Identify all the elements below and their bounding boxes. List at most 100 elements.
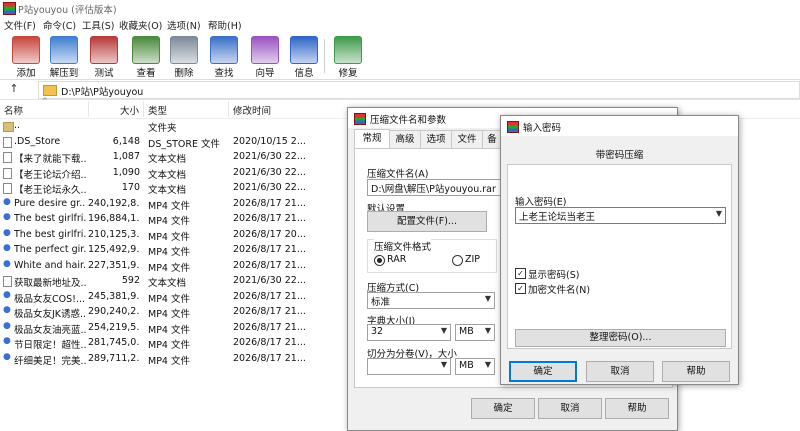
- password-ok-button[interactable]: 确定: [509, 361, 577, 382]
- table-row[interactable]: ● 极品女友COS!... 245,381,9... MP4 文件 2026/8/17 …: [0, 290, 345, 305]
- menu-tools[interactable]: 工具(S): [82, 18, 114, 32]
- password-input[interactable]: 上老王论坛当老王 ▼: [515, 207, 726, 224]
- split-size-input[interactable]: ▼: [367, 358, 451, 375]
- rar-radio[interactable]: [374, 255, 385, 266]
- compression-method-select[interactable]: 标准 ▼: [367, 292, 495, 309]
- file-size: 281,745,0...: [88, 337, 140, 348]
- file-name: .DS_Store: [14, 135, 61, 147]
- address-field[interactable]: D:\P站\P站youyou: [38, 81, 800, 99]
- view-book-icon: [132, 36, 160, 64]
- column-divider[interactable]: [143, 101, 144, 117]
- split-unit-select[interactable]: MB ▼: [455, 358, 495, 375]
- file-name: 极品女友COS!...: [14, 293, 86, 305]
- toolbar-button-5[interactable]: 查找: [206, 35, 242, 79]
- menu-file[interactable]: 文件(F): [4, 18, 36, 32]
- tab-backup[interactable]: 备: [482, 130, 502, 148]
- file-type: 文件夹: [148, 123, 177, 134]
- toolbar-button-6[interactable]: 向导: [247, 35, 283, 79]
- toolbar-button-0[interactable]: 添加: [8, 35, 44, 79]
- archive-cancel-button[interactable]: 取消: [538, 398, 602, 419]
- column-size[interactable]: 大小: [120, 103, 139, 117]
- file-size: 289,711,2...: [88, 352, 140, 364]
- toolbar-button-label: 解压到: [49, 68, 79, 79]
- file-size: 240,192,8...: [88, 197, 140, 209]
- file-modified: 2026/8/17 21...: [233, 337, 306, 348]
- file-modified: 2021/6/30 22...: [233, 182, 306, 193]
- repair-kit-icon: [334, 36, 362, 64]
- column-name[interactable]: 名称: [4, 103, 23, 117]
- file-modified: 2026/8/17 21...: [233, 213, 306, 224]
- table-row[interactable]: 【来了就能下载... 1,087 文本文档 2021/6/30 22...: [0, 150, 345, 165]
- table-row[interactable]: 【老王论坛永久... 170 文本文档 2021/6/30 22...: [0, 181, 345, 196]
- video-file-icon: ●: [3, 227, 11, 238]
- table-row[interactable]: ● 节日限定！超性... 281,745,0... MP4 文件 2026/8/17 2…: [0, 336, 345, 351]
- show-password-checkbox[interactable]: ✓: [515, 268, 526, 279]
- table-row[interactable]: 获取最新地址及... 592 文本文档 2021/6/30 22...: [0, 274, 345, 289]
- test-checklist-icon: [90, 36, 118, 64]
- table-row[interactable]: .. 文件夹: [0, 119, 345, 134]
- table-row[interactable]: ● Pure desire gr... 240,192,8... MP4 文件 2026…: [0, 197, 345, 212]
- file-name: Pure desire gr...: [14, 197, 86, 209]
- toolbar-button-3[interactable]: 查看: [128, 35, 164, 79]
- encrypt-filenames-checkbox[interactable]: ✓: [515, 283, 526, 294]
- password-panel: 输入密码(E) 上老王论坛当老王 ▼ ✓ 显示密码(S) ✓ 加密文件名(N) …: [507, 164, 732, 349]
- dictionary-unit-select[interactable]: MB ▼: [455, 324, 495, 341]
- column-modified[interactable]: 修改时间: [233, 103, 271, 117]
- file-size: 1,087: [112, 151, 140, 162]
- toolbar-button-8[interactable]: 修复: [330, 35, 366, 79]
- tab-advanced[interactable]: 高级: [389, 130, 421, 148]
- table-row[interactable]: ● White and hair... 227,351,9... MP4 文件 2026…: [0, 259, 345, 274]
- toolbar-button-7[interactable]: 信息: [286, 35, 322, 79]
- video-file-icon: ●: [3, 196, 11, 207]
- password-help-button[interactable]: 帮助: [662, 361, 730, 382]
- menu-options[interactable]: 选项(N): [167, 18, 201, 32]
- column-divider[interactable]: [228, 101, 229, 117]
- menu-favorites[interactable]: 收藏夹(O): [119, 18, 162, 32]
- zip-radio[interactable]: [452, 255, 463, 266]
- archive-ok-button[interactable]: 确定: [471, 398, 535, 419]
- table-row[interactable]: ● 极品女友JK诱惑... 290,240,2... MP4 文件 2026/8/17 …: [0, 305, 345, 320]
- toolbar-button-2[interactable]: 测试: [86, 35, 122, 79]
- table-row[interactable]: .DS_Store 6,148 DS_STORE 文件 2020/10/15 2...: [0, 135, 345, 150]
- tab-options[interactable]: 选项: [420, 130, 452, 148]
- dialog-title-bar[interactable]: 输入密码: [501, 116, 738, 136]
- file-size: 245,381,9...: [88, 290, 140, 302]
- toolbar-button-4[interactable]: 删除: [166, 35, 202, 79]
- profiles-button[interactable]: 配置文件(F)...: [367, 211, 487, 232]
- title-bar: P站youyou (评估版本): [0, 0, 800, 16]
- dictionary-size-select[interactable]: 32 ▼: [367, 324, 451, 341]
- file-type: 文本文档: [148, 278, 187, 289]
- file-type: MP4 文件: [148, 309, 190, 320]
- video-file-icon: ●: [3, 336, 11, 346]
- table-row[interactable]: ● The best girlfri... 196,884,1... MP4 文件 20…: [0, 212, 345, 227]
- toolbar-button-1[interactable]: 解压到: [46, 35, 82, 79]
- archive-name-input[interactable]: D:\网盘\解压\P站youyou.rar: [367, 179, 512, 196]
- file-type: MP4 文件: [148, 200, 190, 212]
- column-type[interactable]: 类型: [148, 103, 167, 117]
- menu-help[interactable]: 帮助(H): [208, 18, 242, 32]
- table-row[interactable]: ● 极品女友油亮蓝... 254,219,5... MP4 文件 2026/8/17 2…: [0, 321, 345, 336]
- file-name: 【老王论坛介绍...: [14, 169, 86, 181]
- toolbar-button-label: 添加: [16, 68, 36, 79]
- archive-help-button[interactable]: 帮助: [605, 398, 669, 419]
- password-cancel-button[interactable]: 取消: [586, 361, 654, 382]
- table-row[interactable]: ● 纤细美足！完美... 289,711,2... MP4 文件 2026/8/17 2…: [0, 352, 345, 367]
- tab-files[interactable]: 文件: [451, 130, 483, 148]
- file-type: MP4 文件: [148, 247, 190, 258]
- winrar-app-icon: [3, 2, 16, 15]
- file-modified: 2026/8/17 21...: [233, 197, 306, 209]
- menu-command[interactable]: 命令(C): [43, 18, 76, 32]
- file-modified: 2026/8/17 21...: [233, 321, 306, 333]
- table-row[interactable]: ● The perfect gir... 125,492,9... MP4 文件 202…: [0, 243, 345, 258]
- up-arrow-icon[interactable]: ↑: [6, 82, 22, 96]
- column-divider[interactable]: [88, 101, 89, 117]
- manage-passwords-button[interactable]: 整理密码(O)...: [515, 329, 726, 347]
- chevron-down-icon: ▼: [440, 360, 447, 369]
- table-row[interactable]: 【老王论坛介绍... 1,090 文本文档 2021/6/30 22...: [0, 166, 345, 181]
- file-size: 125,492,9...: [88, 244, 140, 255]
- zip-label: ZIP: [465, 254, 481, 265]
- parent-folder-icon: [3, 122, 14, 132]
- folder-icon: [43, 85, 57, 96]
- tab-general[interactable]: 常规: [354, 129, 390, 149]
- table-row[interactable]: ● The best girlfri... 210,125,3... MP4 文件 20…: [0, 228, 345, 243]
